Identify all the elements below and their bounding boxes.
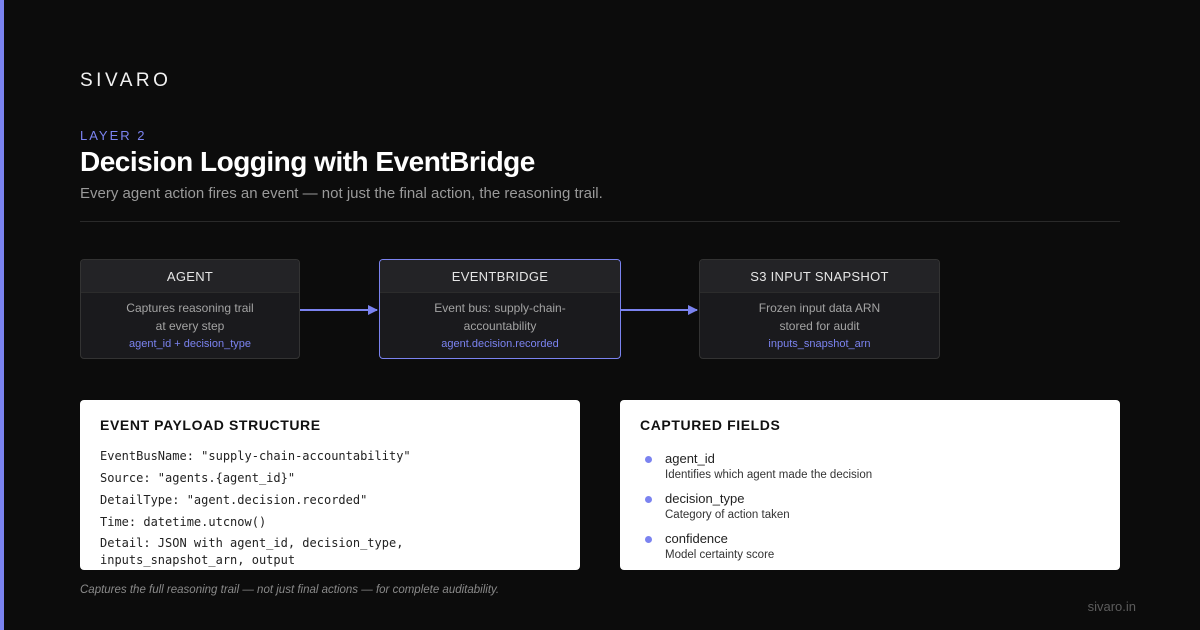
divider: [80, 221, 1120, 222]
page-subtitle: Every agent action fires an event — not …: [80, 185, 603, 202]
node-tag: agent.decision.recorded: [441, 338, 559, 350]
node-description: Event bus: supply-chain-: [434, 301, 566, 315]
code-line: Time: datetime.utcnow(): [100, 515, 267, 529]
field-name: decision_type: [665, 491, 745, 506]
layer-label: LAYER 2: [80, 128, 147, 143]
node-tag: inputs_snapshot_arn: [768, 338, 871, 350]
node-title: S3 INPUT SNAPSHOT: [700, 260, 939, 293]
footnote: Captures the full reasoning trail — not …: [80, 584, 500, 596]
field-name: agent_id: [665, 451, 715, 466]
accent-bar: [0, 0, 4, 630]
node-tag: agent_id + decision_type: [128, 338, 251, 350]
card-title: EVENT PAYLOAD STRUCTURE: [100, 417, 321, 433]
node-description: accountability: [463, 319, 537, 333]
card-title: CAPTURED FIELDS: [640, 417, 781, 433]
payload-code-block: EventBusName: "supply-chain-accountabili…: [100, 445, 411, 569]
node-eventbridge: EVENTBRIDGE Event bus: supply-chain- acc…: [379, 259, 621, 359]
field-description: Model certainty score: [665, 549, 775, 561]
captured-fields-card: CAPTURED FIELDS agent_id Identifies whic…: [620, 400, 1120, 570]
field-description: Category of action taken: [665, 509, 790, 521]
node-agent: AGENT Captures reasoning trail at every …: [80, 259, 300, 359]
code-line: Detail: JSON with agent_id, decision_typ…: [100, 536, 404, 550]
event-payload-card: EVENT PAYLOAD STRUCTURE EventBusName: "s…: [80, 400, 580, 570]
field-name: confidence: [665, 531, 728, 546]
bullet-dot-icon: [645, 456, 652, 463]
bullet-dot-icon: [645, 536, 652, 543]
brand-logo: SIVARO: [80, 70, 172, 91]
node-description: at every step: [155, 319, 225, 333]
code-line: Source: "agents.{agent_id}": [100, 471, 296, 485]
field-description: Identifies which agent made the decision: [665, 469, 873, 481]
node-title: EVENTBRIDGE: [380, 260, 620, 293]
site-url: sivaro.in: [1087, 599, 1136, 614]
code-line: EventBusName: "supply-chain-accountabili…: [100, 449, 411, 463]
code-line: DetailType: "agent.decision.recorded": [100, 493, 368, 507]
bullet-dot-icon: [645, 496, 652, 503]
node-description: stored for audit: [779, 319, 860, 333]
node-title: AGENT: [81, 260, 299, 293]
page-title: Decision Logging with EventBridge: [80, 146, 535, 177]
code-line: inputs_snapshot_arn, output: [100, 553, 296, 567]
node-s3-input-snapshot: S3 INPUT SNAPSHOT Frozen input data ARN …: [699, 259, 940, 359]
node-description: Captures reasoning trail: [126, 301, 254, 315]
node-description: Frozen input data ARN: [758, 301, 881, 315]
